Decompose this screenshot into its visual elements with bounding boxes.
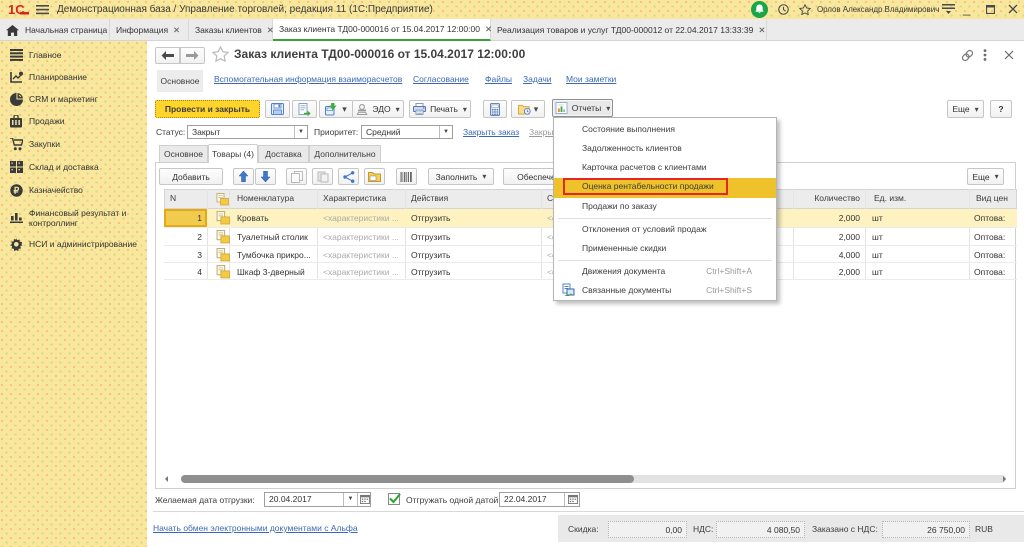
svg-text:₽: ₽ [14,186,20,196]
